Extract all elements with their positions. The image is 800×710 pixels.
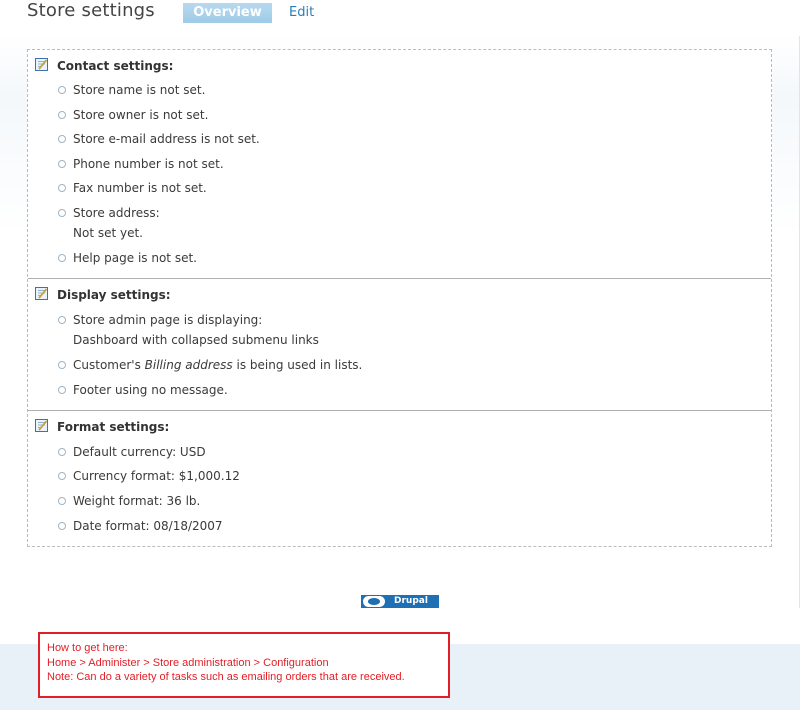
edit-icon[interactable] [35,287,48,300]
display-settings-section: Display settings: Store admin page is di… [28,278,771,410]
main-content: Contact settings: Store name is not set.… [0,36,800,608]
section-title: Contact settings: [57,59,174,73]
list-item: Store e-mail address is not set. [58,129,260,149]
list-item: Store address: Not set yet. [58,203,160,243]
tab-overview[interactable]: Overview [183,3,272,23]
list-item: Store owner is not set. [58,105,208,125]
bullet-icon [58,497,66,505]
tab-edit[interactable]: Edit [289,3,314,23]
bullet-icon [58,135,66,143]
bullet-icon [58,160,66,168]
list-item: Fax number is not set. [58,178,207,198]
page-title: Store settings [27,0,155,21]
settings-panel: Contact settings: Store name is not set.… [27,49,772,547]
note-line-2: Home > Administer > Store administration… [47,657,329,669]
annotation-note: How to get here: Home > Administer > Sto… [38,632,450,698]
list-item: Currency format: $1,000.12 [58,466,240,486]
drupal-drop-icon [363,596,385,607]
list-item: Footer using no message. [58,380,228,400]
list-item: Phone number is not set. [58,154,224,174]
edit-icon[interactable] [35,58,48,71]
page-header: Store settings Overview Edit [0,0,800,36]
list-item: Customer's Billing address is being used… [58,355,362,375]
list-item: Date format: 08/18/2007 [58,516,223,536]
list-item: Store admin page is displaying: Dashboard… [58,310,319,350]
list-item: Help page is not set. [58,248,197,268]
bullet-icon [58,386,66,394]
note-line-1: How to get here: [47,642,128,654]
drupal-badge[interactable]: Drupal [361,595,439,608]
bullet-icon [58,448,66,456]
format-settings-section: Format settings: Default currency: USD C… [28,410,771,547]
bullet-icon [58,209,66,217]
contact-settings-section: Contact settings: Store name is not set.… [28,50,771,278]
bullet-icon [58,184,66,192]
section-title: Format settings: [57,420,170,434]
bullet-icon [58,316,66,324]
list-item: Weight format: 36 lb. [58,491,200,511]
bullet-icon [58,86,66,94]
edit-icon[interactable] [35,419,48,432]
note-line-3: Note: Can do a variety of tasks such as … [47,671,405,683]
section-title: Display settings: [57,288,171,302]
bullet-icon [58,522,66,530]
bullet-icon [58,111,66,119]
list-item: Default currency: USD [58,442,206,462]
bullet-icon [58,472,66,480]
drupal-badge-label: Drupal [394,596,428,606]
bullet-icon [58,254,66,262]
list-item: Store name is not set. [58,80,205,100]
bullet-icon [58,361,66,369]
